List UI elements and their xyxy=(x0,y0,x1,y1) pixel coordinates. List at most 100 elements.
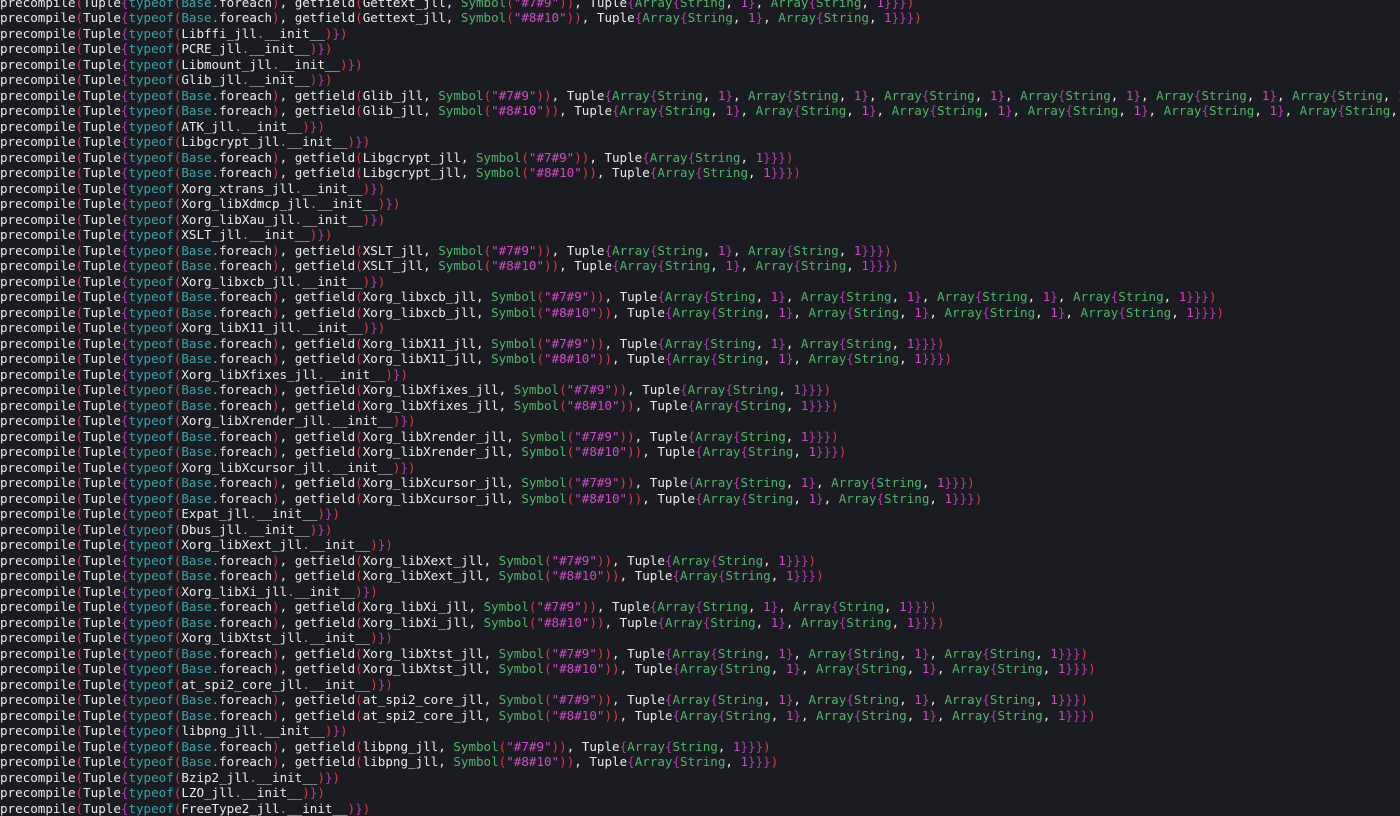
token-comma: , xyxy=(892,289,907,304)
token-dot: . xyxy=(249,770,257,785)
token-paren: ( xyxy=(484,103,492,118)
token-brace: { xyxy=(710,646,718,661)
token-paren: ( xyxy=(536,336,544,351)
token-number: 1 xyxy=(876,0,884,10)
token-paren: ) xyxy=(612,661,620,676)
token-function: precompile xyxy=(0,305,76,320)
token-field: foreach xyxy=(219,243,272,258)
token-string: "#7#9" xyxy=(574,429,619,444)
code-line: precompile(Tuple{typeof(Base.foreach), g… xyxy=(0,568,1400,584)
token-paren: ( xyxy=(76,382,84,397)
token-function: getfield xyxy=(295,491,355,506)
token-module: Xorg_libXcursor_jll xyxy=(181,460,325,475)
token-paren: ) xyxy=(771,754,779,769)
token-module: libpng_jll xyxy=(363,754,439,769)
token-comma: , xyxy=(280,739,295,754)
token-paren: ( xyxy=(536,305,544,320)
token-paren: ( xyxy=(355,88,363,103)
token-comma: , xyxy=(763,351,778,366)
token-module: Xorg_libXi_jll xyxy=(181,584,287,599)
token-field: __init__ xyxy=(287,801,347,816)
token-type: Tuple xyxy=(83,305,121,320)
token-keyword: typeof xyxy=(128,770,173,785)
token-keyword: typeof xyxy=(128,305,173,320)
token-comma: , xyxy=(763,553,778,568)
token-function: getfield xyxy=(295,336,355,351)
token-paren: ) xyxy=(604,568,612,583)
token-type: Array xyxy=(612,88,650,103)
token-type: Array xyxy=(771,0,809,10)
token-type: String xyxy=(982,289,1027,304)
token-paren: ( xyxy=(76,475,84,490)
token-brace: } xyxy=(808,429,816,444)
code-line: precompile(Tuple{typeof(Base.foreach), g… xyxy=(0,661,1400,677)
token-type: Tuple xyxy=(83,289,121,304)
token-keyword: typeof xyxy=(128,351,173,366)
token-comma: , xyxy=(476,289,491,304)
token-comma: , xyxy=(635,398,650,413)
token-keyword: typeof xyxy=(128,398,173,413)
token-brace: } xyxy=(816,491,824,506)
token-type: Tuple xyxy=(83,553,121,568)
token-paren: ) xyxy=(604,553,612,568)
token-string: "#7#9" xyxy=(491,243,536,258)
token-type: String xyxy=(657,88,702,103)
token-brace: { xyxy=(710,692,718,707)
token-type: Tuple xyxy=(83,584,121,599)
token-paren: ) xyxy=(907,0,915,10)
token-keyword: typeof xyxy=(128,274,173,289)
token-brace: { xyxy=(695,491,703,506)
token-symbol: Symbol xyxy=(453,739,498,754)
token-paren: ) xyxy=(355,584,363,599)
token-type: String xyxy=(816,0,861,10)
token-function: precompile xyxy=(0,491,76,506)
token-type: String xyxy=(937,103,982,118)
token-type: Tuple xyxy=(83,72,121,87)
token-paren: ( xyxy=(76,661,84,676)
token-field: foreach xyxy=(219,289,272,304)
token-module: Base xyxy=(181,444,211,459)
token-function: precompile xyxy=(0,398,76,413)
token-paren: ) xyxy=(604,305,612,320)
token-brace: { xyxy=(688,475,696,490)
token-brace: } xyxy=(1065,708,1073,723)
token-keyword: typeof xyxy=(128,801,173,816)
token-symbol: Symbol xyxy=(514,398,559,413)
code-line: precompile(Tuple{typeof(Base.foreach), g… xyxy=(0,692,1400,708)
token-symbol: Symbol xyxy=(461,10,506,25)
token-type: String xyxy=(748,444,793,459)
token-string: "#7#9" xyxy=(552,553,597,568)
token-comma: , xyxy=(786,398,801,413)
token-paren: ) xyxy=(272,708,280,723)
token-function: getfield xyxy=(295,88,355,103)
token-brace: { xyxy=(982,646,990,661)
token-comma: , xyxy=(771,568,786,583)
code-editor[interactable]: precompile(Tuple{typeof(Base.foreach), g… xyxy=(0,0,1400,816)
token-paren: ) xyxy=(1081,646,1089,661)
token-brace: } xyxy=(831,444,839,459)
token-paren: ( xyxy=(355,429,363,444)
token-brace: { xyxy=(793,103,801,118)
token-paren: ( xyxy=(76,88,84,103)
token-type: Tuple xyxy=(83,274,121,289)
code-line: precompile(Tuple{typeof(PCRE_jll.__init_… xyxy=(0,41,1400,57)
token-module: Libmount_jll xyxy=(181,57,272,72)
token-string: "#8#10" xyxy=(552,568,605,583)
token-brace: { xyxy=(604,88,612,103)
token-dot: . xyxy=(212,382,220,397)
token-paren: ) xyxy=(332,770,340,785)
token-module: Xorg_libXi_jll xyxy=(363,599,469,614)
code-line: precompile(Tuple{typeof(Xorg_libXext_jll… xyxy=(0,537,1400,553)
token-function: getfield xyxy=(295,568,355,583)
token-brace: { xyxy=(672,568,680,583)
token-number: 1 xyxy=(808,444,816,459)
token-paren: ( xyxy=(76,599,84,614)
code-line: precompile(Tuple{typeof(Base.foreach), g… xyxy=(0,289,1400,305)
token-comma: , xyxy=(506,429,521,444)
token-comma: , xyxy=(280,754,295,769)
token-module: libpng_jll xyxy=(363,739,439,754)
token-paren: ( xyxy=(76,150,84,165)
token-comma: , xyxy=(975,88,990,103)
token-comma: , xyxy=(612,646,627,661)
token-brace: } xyxy=(355,134,363,149)
